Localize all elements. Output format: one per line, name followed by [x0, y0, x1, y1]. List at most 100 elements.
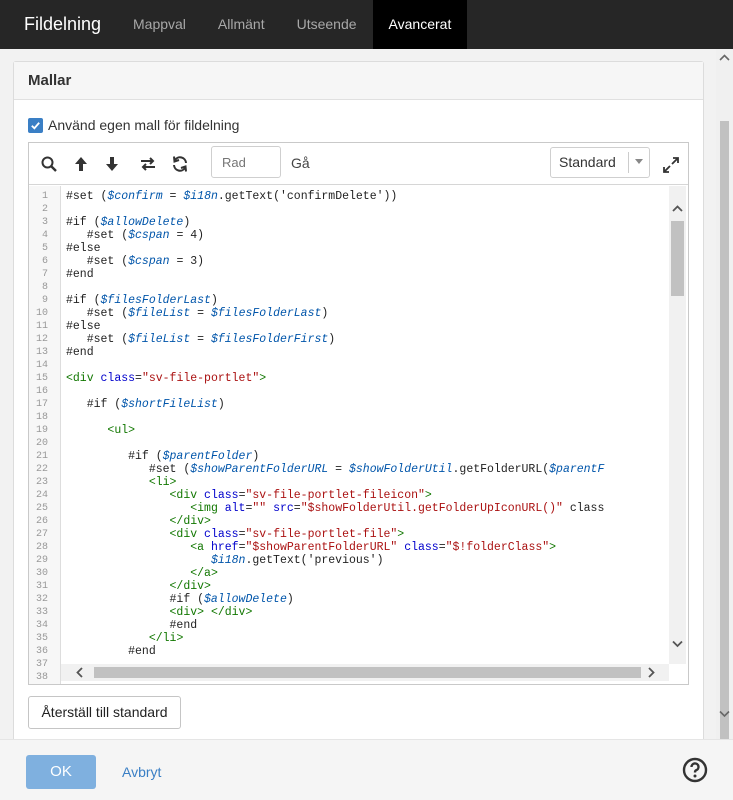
tab-allmant[interactable]: Allmänt	[202, 0, 281, 49]
code-text: <div class="sv-file-portlet">	[66, 372, 267, 385]
line-number: 16	[35, 386, 48, 397]
tab-mappval[interactable]: Mappval	[117, 0, 202, 49]
chevron-right-icon[interactable]	[643, 664, 660, 681]
code-text: <div class="sv-file-portlet-file">	[169, 528, 405, 541]
top-bar: Fildelning Mappval Allmänt Utseende Avan…	[0, 0, 733, 49]
line-number: 38	[35, 672, 48, 683]
checkmark-icon	[31, 121, 40, 130]
code-text: #set ($cspan = 3)	[66, 255, 205, 268]
editor-horizontal-scrollbar[interactable]	[61, 664, 669, 681]
code-line: 5 #else	[29, 242, 669, 255]
code-text: <img alt="" src="$showFolderUtil.getFold…	[190, 502, 605, 515]
line-number: 22	[35, 464, 48, 475]
custom-template-option[interactable]: Använd egen mall för fildelning	[28, 117, 239, 133]
line-number: 17	[35, 399, 48, 410]
code-text: <li>	[148, 476, 177, 489]
line-number: 19	[35, 425, 48, 436]
code-area[interactable]: 1 #set ($confirm = $i18n.getText('confirm…	[29, 186, 688, 684]
code-text: <div class="sv-file-portlet-fileicon">	[169, 489, 432, 502]
code-line: 32 #if ($allowDelete)	[29, 593, 669, 606]
search-icon[interactable]	[40, 155, 58, 173]
editor-vertical-thumb[interactable]	[671, 221, 684, 296]
line-number: 13	[35, 347, 48, 358]
code-line: 25 <img alt="" src="$showFolderUtil.getF…	[29, 502, 669, 515]
tab-utseende[interactable]: Utseende	[281, 0, 373, 49]
code-text: <a href="$showParentFolderURL" class="$!…	[190, 541, 557, 554]
expand-icon[interactable]	[662, 156, 680, 174]
code-line: 34 #end	[29, 619, 669, 632]
line-number: 21	[35, 451, 48, 462]
arrow-up-icon[interactable]	[72, 155, 90, 173]
code-text: #end	[66, 346, 94, 359]
code-line: 22 #set ($showParentFolderURL = $showFol…	[29, 463, 669, 476]
code-line: 28 <a href="$showParentFolderURL" class=…	[29, 541, 669, 554]
code-line: 24 <div class="sv-file-portlet-fileicon"…	[29, 489, 669, 502]
line-number: 20	[35, 438, 48, 449]
chevron-up-icon[interactable]	[669, 200, 686, 217]
line-number: 2	[41, 204, 48, 215]
help-icon[interactable]	[682, 757, 708, 783]
select-divider	[628, 152, 629, 173]
chevron-down-icon	[635, 159, 643, 164]
theme-select[interactable]: Standard	[550, 147, 650, 178]
chevron-left-icon[interactable]	[71, 664, 88, 681]
code-line: 17 #if ($shortFileList)	[29, 398, 669, 411]
code-line: 29 $i18n.getText('previous')	[29, 554, 669, 567]
code-line: 14	[29, 359, 669, 372]
code-text: #end	[66, 268, 94, 281]
replace-icon[interactable]	[139, 155, 157, 173]
line-number: 1	[41, 191, 48, 202]
editor-vertical-scrollbar[interactable]	[669, 186, 686, 664]
code-text: #else	[66, 320, 101, 333]
templates-panel: Mallar Använd egen mall för fildelning R…	[13, 61, 704, 761]
editor-horizontal-thumb[interactable]	[94, 667, 641, 678]
line-number: 18	[35, 412, 48, 423]
line-number: 26	[35, 516, 48, 527]
go-label[interactable]: Gå	[291, 155, 310, 171]
chevron-down-icon[interactable]	[669, 635, 686, 652]
custom-template-checkbox[interactable]	[28, 117, 43, 133]
line-number: 30	[35, 568, 48, 579]
code-line: 4 #set ($cspan = 4)	[29, 229, 669, 242]
code-text: #else	[66, 242, 101, 255]
line-number: 6	[41, 256, 48, 267]
ok-button[interactable]: OK	[26, 755, 96, 789]
line-number: 32	[35, 594, 48, 605]
code-text: #if ($parentFolder)	[66, 450, 260, 463]
line-number: 28	[35, 542, 48, 553]
line-number: 8	[41, 282, 48, 293]
scroll-down-arrow-icon[interactable]	[716, 705, 733, 722]
line-number: 34	[35, 620, 48, 631]
reset-to-default-button[interactable]: Återställ till standard	[28, 696, 181, 729]
code-text: #if ($allowDelete)	[66, 216, 191, 229]
arrow-down-icon[interactable]	[103, 155, 121, 173]
code-line: 23 <li>	[29, 476, 669, 489]
code-line: 19 <ul>	[29, 424, 669, 437]
line-number-input[interactable]	[211, 146, 281, 178]
line-number: 14	[35, 360, 48, 371]
line-number: 9	[41, 295, 48, 306]
code-text: #set ($confirm = $i18n.getText('confirmD…	[66, 190, 398, 203]
code-line: 33 <div> </div>	[29, 606, 669, 619]
line-number: 23	[35, 477, 48, 488]
code-text: #if ($allowDelete)	[66, 593, 294, 606]
code-text: #set ($fileList = $filesFolderLast)	[66, 307, 329, 320]
line-number: 12	[35, 334, 48, 345]
code-line: 12 #set ($fileList = $filesFolderFirst)	[29, 333, 669, 346]
code-line: 18	[29, 411, 669, 424]
scroll-up-arrow-icon[interactable]	[716, 49, 733, 66]
code-line: 16	[29, 385, 669, 398]
code-line: 7 #end	[29, 268, 669, 281]
page-scrollbar[interactable]	[716, 49, 733, 746]
line-number: 15	[35, 373, 48, 384]
line-number: 5	[41, 243, 48, 254]
line-number: 35	[35, 633, 48, 644]
code-line: 8	[29, 281, 669, 294]
page-scroll-thumb[interactable]	[720, 121, 729, 746]
line-number: 10	[35, 308, 48, 319]
code-text: #if ($filesFolderLast)	[66, 294, 218, 307]
cancel-link[interactable]: Avbryt	[122, 764, 161, 780]
line-number: 37	[35, 659, 48, 670]
refresh-icon[interactable]	[171, 155, 189, 173]
tab-avancerat[interactable]: Avancerat	[372, 0, 468, 49]
